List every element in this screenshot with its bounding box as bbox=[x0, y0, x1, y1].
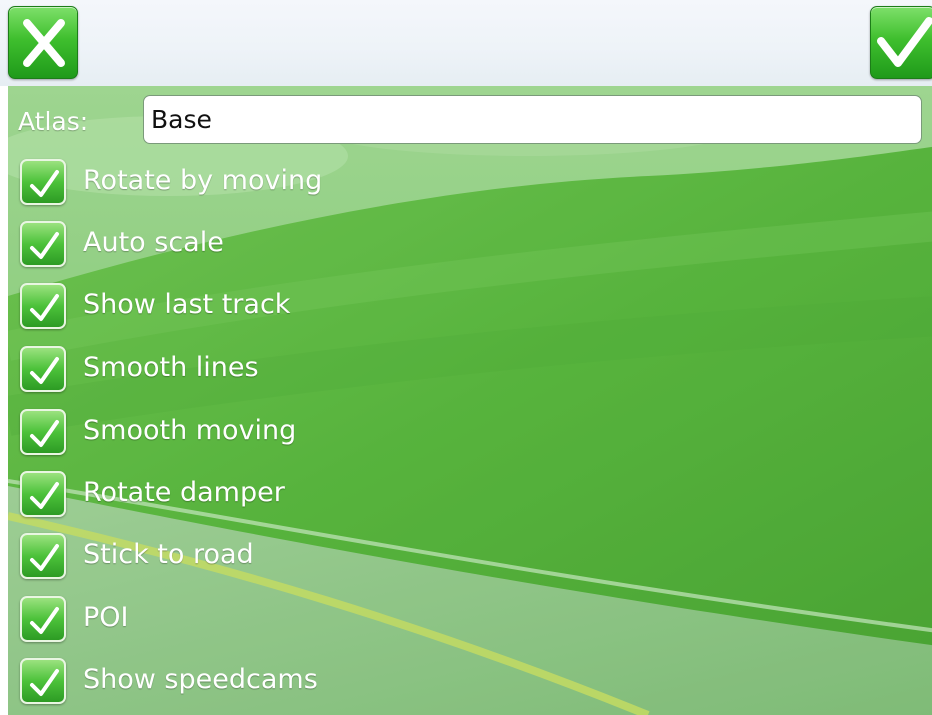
check-icon bbox=[30, 669, 59, 696]
option-poi[interactable]: POI bbox=[18, 594, 618, 644]
check-icon bbox=[30, 420, 59, 447]
checkbox-show-speedcams[interactable] bbox=[20, 658, 66, 704]
option-label: POI bbox=[83, 602, 129, 633]
check-icon bbox=[30, 232, 59, 259]
check-icon bbox=[30, 170, 59, 197]
check-icon bbox=[30, 544, 59, 571]
checkbox-show-last-track[interactable] bbox=[20, 283, 66, 329]
option-label: Smooth moving bbox=[83, 415, 297, 446]
check-icon bbox=[30, 294, 59, 321]
cancel-button[interactable] bbox=[8, 6, 78, 79]
checkmark-icon bbox=[877, 17, 932, 67]
option-rotate-by-moving[interactable]: Rotate by moving bbox=[18, 157, 618, 207]
option-label: Auto scale bbox=[83, 227, 224, 258]
checkbox-rotate-damper[interactable] bbox=[20, 471, 66, 517]
checkbox-rotate-by-moving[interactable] bbox=[20, 159, 66, 205]
option-show-speedcams[interactable]: Show speedcams bbox=[18, 656, 618, 706]
checkbox-stick-to-road[interactable] bbox=[20, 533, 66, 579]
option-label: Smooth lines bbox=[83, 352, 259, 383]
checkbox-smooth-moving[interactable] bbox=[20, 409, 66, 455]
option-label: Show last track bbox=[83, 289, 291, 320]
option-stick-to-road[interactable]: Stick to road bbox=[18, 531, 618, 581]
checkbox-smooth-lines[interactable] bbox=[20, 346, 66, 392]
option-rotate-damper[interactable]: Rotate damper bbox=[18, 469, 618, 519]
settings-screen: Atlas: Base Rotate by moving Auto scale … bbox=[0, 0, 932, 715]
checkbox-poi[interactable] bbox=[20, 596, 66, 642]
checkbox-auto-scale[interactable] bbox=[20, 221, 66, 267]
option-auto-scale[interactable]: Auto scale bbox=[18, 219, 618, 269]
option-label: Rotate damper bbox=[83, 477, 285, 508]
option-smooth-moving[interactable]: Smooth moving bbox=[18, 407, 618, 457]
option-smooth-lines[interactable]: Smooth lines bbox=[18, 344, 618, 394]
check-icon bbox=[30, 482, 59, 509]
header-bar bbox=[0, 0, 932, 86]
atlas-label: Atlas: bbox=[18, 107, 89, 136]
ok-button[interactable] bbox=[870, 6, 932, 79]
option-label: Stick to road bbox=[83, 539, 254, 570]
option-label: Show speedcams bbox=[83, 664, 318, 695]
option-show-last-track[interactable]: Show last track bbox=[18, 281, 618, 331]
atlas-field[interactable]: Base bbox=[143, 95, 922, 144]
check-icon bbox=[30, 357, 59, 384]
close-x-icon bbox=[23, 19, 65, 67]
option-label: Rotate by moving bbox=[83, 165, 323, 196]
check-icon bbox=[30, 607, 59, 634]
